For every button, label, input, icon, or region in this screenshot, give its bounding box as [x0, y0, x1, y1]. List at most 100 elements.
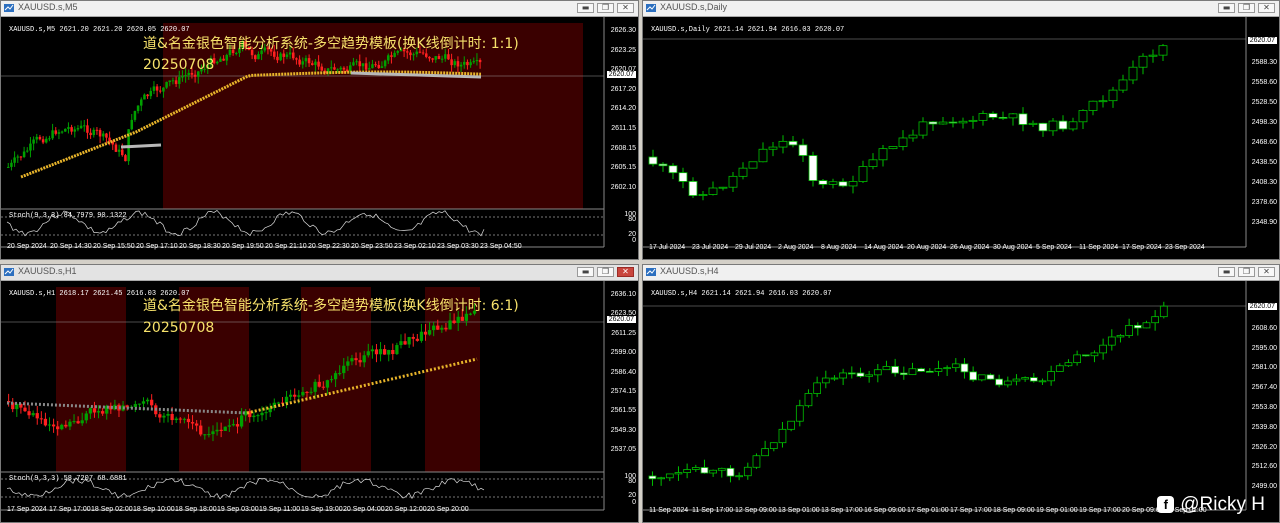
candle-body	[370, 349, 375, 352]
candle-body	[305, 391, 309, 393]
candle-body	[891, 366, 900, 374]
window-title: XAUUSD.s,M5	[18, 2, 78, 12]
candle-body	[298, 59, 301, 65]
candle-body	[917, 368, 925, 372]
x-axis-tick-label: 19 Sep 11:00	[259, 506, 301, 513]
stoch-axis-tick-label: 20	[628, 492, 636, 499]
x-axis-tick-label: 18 Sep 10:00	[133, 506, 175, 513]
minimize-button[interactable]: ▬	[1218, 3, 1235, 13]
y-axis-tick-label: 2537.05	[610, 446, 636, 454]
candle-body	[184, 74, 187, 77]
maximize-button[interactable]: ❐	[597, 3, 614, 13]
y-axis-tick-label: 2549.30	[610, 426, 636, 434]
price-chart-area[interactable]	[1, 17, 638, 259]
candle-body	[986, 374, 995, 380]
price-chart-area[interactable]	[1, 281, 638, 522]
candle-body	[407, 337, 411, 345]
candle-body	[440, 327, 444, 330]
x-axis-tick-label: 20 Sep 04:00	[343, 506, 385, 513]
price-chart-area[interactable]	[643, 281, 1279, 522]
chart-window-icon	[646, 268, 656, 276]
window-titlebar[interactable]: XAUUSD.s,H1 ▬ ❐ ✕	[1, 265, 638, 281]
candle-body	[223, 426, 227, 431]
close-button[interactable]: ✕	[1258, 267, 1275, 277]
candle-body	[1099, 344, 1107, 354]
candle-body	[1008, 113, 1018, 119]
y-axis-tick-label: 2588.30	[1251, 59, 1277, 66]
candle-body	[80, 420, 84, 424]
candle-body	[813, 382, 822, 394]
candle-body	[165, 82, 168, 88]
x-axis-tick-label: 11 Sep 2024	[649, 507, 689, 514]
minimize-button[interactable]: ▬	[577, 267, 594, 277]
candle-body	[117, 149, 121, 152]
maximize-button[interactable]: ❐	[597, 267, 614, 277]
candle-body	[899, 372, 908, 376]
window-titlebar[interactable]: XAUUSD.s,Daily ▬ ❐ ✕	[643, 1, 1279, 17]
candle-body	[211, 431, 215, 435]
candle-body	[186, 418, 191, 423]
candle-body	[16, 156, 20, 158]
x-axis-tick-label: 11 Sep 17:00	[692, 507, 734, 514]
maximize-button[interactable]: ❐	[1238, 3, 1255, 13]
candle-body	[301, 391, 305, 396]
x-axis-tick-label: 23 Sep 02:10	[394, 243, 436, 250]
candle-body	[13, 157, 16, 163]
candle-body	[54, 130, 58, 134]
candle-body	[67, 127, 70, 129]
candle-body	[374, 64, 377, 66]
y-axis-tick-label: 2611.15	[611, 125, 636, 132]
close-button[interactable]: ✕	[617, 267, 634, 277]
chart-window-h4[interactable]: XAUUSD.s,H4 ▬ ❐ ✕ XAUUSD.s,H4 2621.14 26…	[642, 264, 1280, 523]
maximize-button[interactable]: ❐	[1238, 267, 1255, 277]
candle-body	[339, 67, 343, 70]
price-chart-area[interactable]	[643, 17, 1279, 259]
candle-body	[787, 420, 796, 430]
candle-body	[199, 425, 203, 435]
x-axis-tick-label: 20 Sep 2024	[7, 243, 47, 250]
candle-body	[174, 80, 178, 84]
candle-body	[19, 156, 23, 158]
candle-body	[35, 413, 39, 419]
chart-window-m5[interactable]: XAUUSD.s,M5 ▬ ❐ ✕ XAUUSD.s,M5 2621.20 26…	[0, 0, 639, 260]
candle-body	[178, 77, 181, 84]
candle-body	[84, 413, 88, 421]
candle-body	[830, 377, 839, 380]
candle-body	[333, 67, 336, 70]
candle-body	[374, 349, 379, 355]
chart-window-h1[interactable]: XAUUSD.s,H1 ▬ ❐ ✕ XAUUSD.s,H1 2618.17 26…	[0, 264, 639, 523]
candle-body	[977, 374, 986, 381]
window-titlebar[interactable]: XAUUSD.s,H4 ▬ ❐ ✕	[643, 265, 1279, 281]
minimize-button[interactable]: ▬	[577, 3, 594, 13]
candle-body	[216, 61, 219, 64]
candle-body	[282, 53, 286, 57]
candle-body	[456, 61, 460, 67]
chart-window-daily[interactable]: XAUUSD.s,Daily ▬ ❐ ✕ XAUUSD.s,Daily 2621…	[642, 0, 1280, 260]
candle-body	[698, 194, 708, 196]
close-button[interactable]: ✕	[1258, 3, 1275, 13]
candle-body	[437, 56, 441, 60]
candle-body	[648, 475, 657, 480]
candle-body	[361, 63, 365, 67]
x-axis-tick-label: 17 Sep 2024	[1122, 244, 1162, 251]
x-axis-tick-label: 20 Sep 15:50	[93, 243, 135, 250]
candle-body	[691, 467, 700, 470]
candle-body	[73, 129, 77, 132]
candle-body	[1081, 354, 1090, 357]
candle-body	[948, 121, 958, 124]
candle-body	[865, 374, 874, 377]
candle-body	[377, 64, 381, 68]
candle-body	[76, 128, 80, 130]
candle-body	[333, 373, 338, 380]
y-axis-tick-label: 2586.40	[610, 368, 636, 376]
close-button[interactable]: ✕	[617, 3, 634, 13]
x-axis-tick-label: 23 Sep 2024	[1165, 244, 1205, 251]
y-axis-tick-label: 2468.60	[1251, 139, 1277, 146]
chart-window-icon	[646, 4, 656, 12]
minimize-button[interactable]: ▬	[1218, 267, 1235, 277]
x-axis-tick-label: 17 Sep 17:00	[950, 507, 992, 514]
candle-body	[1128, 66, 1138, 81]
window-titlebar[interactable]: XAUUSD.s,M5 ▬ ❐ ✕	[1, 1, 638, 17]
candle-body	[181, 76, 184, 78]
candle-body	[657, 477, 666, 480]
